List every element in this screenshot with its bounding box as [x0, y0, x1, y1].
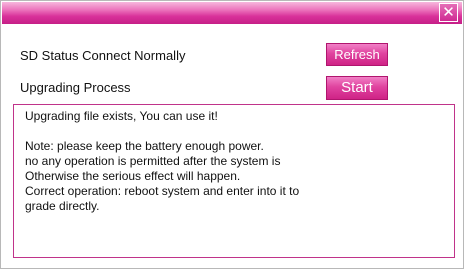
sd-status-label: SD Status Connect Normally: [20, 48, 186, 63]
upgrading-process-label: Upgrading Process: [20, 80, 131, 95]
message-line: Upgrading file exists, You can use it!: [25, 109, 218, 123]
message-line: Otherwise the serious effect will happen…: [25, 169, 241, 183]
start-button[interactable]: Start: [326, 76, 388, 100]
message-line: Note: please keep the battery enough pow…: [25, 139, 264, 153]
close-icon: ✕: [442, 3, 455, 21]
message-line: grade directly.: [25, 199, 100, 213]
message-line: no any operation is permitted after the …: [25, 154, 281, 168]
upgrade-dialog: ✕ SD Status Connect Normally Refresh Upg…: [0, 0, 464, 269]
message-line: Correct operation: reboot system and ent…: [25, 184, 300, 198]
close-button[interactable]: ✕: [439, 3, 458, 22]
title-bar: ✕: [2, 2, 462, 24]
message-box: Upgrading file exists, You can use it! N…: [13, 104, 455, 258]
refresh-button[interactable]: Refresh: [326, 43, 388, 66]
